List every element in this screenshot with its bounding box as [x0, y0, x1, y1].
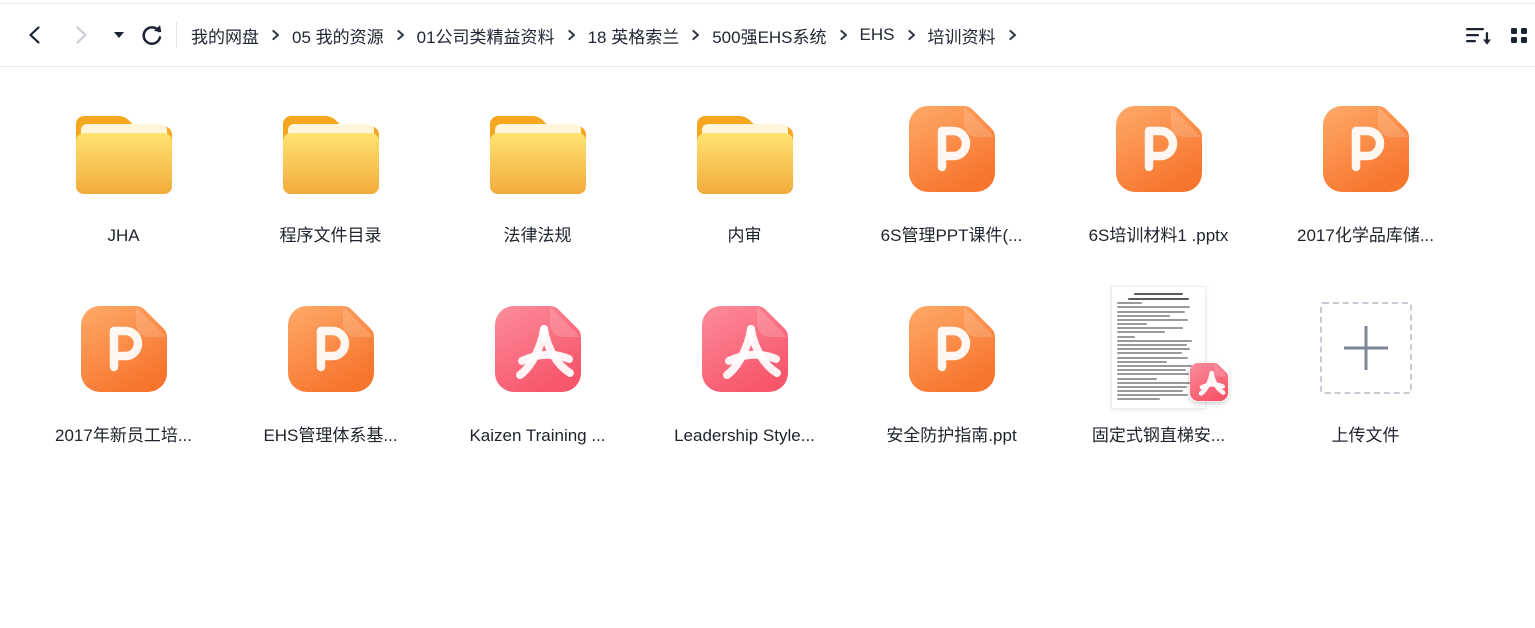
folder-icon-slot [76, 102, 172, 194]
file-label: 安全防护指南.ppt [886, 424, 1016, 448]
pdf-icon-slot [700, 302, 790, 394]
ppt-file-icon [1114, 104, 1204, 194]
folder-icon-slot [490, 102, 586, 194]
pdf-file-tile[interactable]: Leadership Style... [641, 302, 848, 448]
breadcrumb-item[interactable]: 培训资料 [928, 23, 996, 48]
breadcrumb: 我的网盘 05 我的资源 01公司类精益资料 18 英格索兰 500强EHS系统 EHS 培… [191, 23, 1018, 48]
plus-icon [1341, 323, 1391, 373]
ppt-file-icon [907, 304, 997, 394]
breadcrumb-separator-icon [838, 29, 849, 41]
ppt-file-tile[interactable]: 2017年新员工培... [20, 302, 227, 448]
pdf-badge-icon [1189, 362, 1229, 402]
file-label: 内审 [728, 224, 762, 248]
file-grid: JHA 程序文件目录 法律法规 内审 [20, 102, 1535, 448]
breadcrumb-separator-icon [270, 29, 281, 41]
pdf-preview-slot [1112, 302, 1205, 394]
breadcrumb-separator-icon [395, 29, 406, 41]
folder-icon [490, 110, 586, 194]
ppt-icon-slot [1114, 102, 1204, 194]
folder-icon-slot [697, 102, 793, 194]
file-label: JHA [107, 224, 139, 248]
forward-icon[interactable] [66, 20, 96, 50]
sort-icon[interactable] [1465, 24, 1492, 46]
file-label: 6S培训材料1 .pptx [1089, 224, 1229, 248]
grid-view-icon[interactable] [1510, 25, 1530, 45]
ppt-file-tile[interactable]: 6S培训材料1 .pptx [1055, 102, 1262, 248]
ppt-icon-slot [286, 302, 376, 394]
caret-down-icon [114, 32, 124, 38]
ppt-file-icon [1321, 104, 1411, 194]
ppt-file-icon [79, 304, 169, 394]
refresh-icon[interactable] [136, 20, 166, 50]
pdf-file-icon [700, 304, 790, 394]
folder-icon [283, 110, 379, 194]
file-label: 2017化学品库储... [1297, 224, 1434, 248]
ppt-icon-slot [79, 302, 169, 394]
ppt-file-tile[interactable]: EHS管理体系基... [227, 302, 434, 448]
pdf-icon-slot [493, 302, 583, 394]
history-dropdown-icon[interactable] [108, 20, 130, 50]
breadcrumb-item[interactable]: 01公司类精益资料 [417, 23, 555, 48]
upload-file-tile[interactable]: 上传文件 [1262, 302, 1469, 448]
file-label: 上传文件 [1332, 424, 1400, 448]
ppt-file-icon [286, 304, 376, 394]
folder-tile[interactable]: 程序文件目录 [227, 102, 434, 248]
breadcrumb-separator-icon [566, 29, 577, 41]
pdf-file-tile[interactable]: Kaizen Training ... [434, 302, 641, 448]
pdf-file-icon [493, 304, 583, 394]
file-label: EHS管理体系基... [263, 424, 397, 448]
ppt-file-icon [907, 104, 997, 194]
toolbar-separator [176, 22, 177, 48]
file-label: Leadership Style... [674, 424, 815, 448]
ppt-file-tile[interactable]: 2017化学品库储... [1262, 102, 1469, 248]
breadcrumb-item[interactable]: 我的网盘 [191, 23, 259, 48]
file-label: 程序文件目录 [280, 224, 382, 248]
breadcrumb-item[interactable]: EHS [860, 25, 895, 45]
ppt-file-tile[interactable]: 安全防护指南.ppt [848, 302, 1055, 448]
file-label: Kaizen Training ... [469, 424, 605, 448]
breadcrumb-separator-icon [1007, 29, 1018, 41]
back-icon[interactable] [20, 20, 50, 50]
folder-icon [697, 110, 793, 194]
file-label: 2017年新员工培... [55, 424, 192, 448]
pdf-preview-thumbnail [1112, 287, 1205, 408]
ppt-file-tile[interactable]: 6S管理PPT课件(... [848, 102, 1055, 248]
breadcrumb-separator-icon [906, 29, 917, 41]
pdf-preview-tile[interactable]: 固定式钢直梯安... [1055, 302, 1262, 448]
navigation-toolbar: 我的网盘 05 我的资源 01公司类精益资料 18 英格索兰 500强EHS系统 EHS 培… [0, 4, 1535, 67]
file-browser-content: JHA 程序文件目录 法律法规 内审 [0, 67, 1535, 448]
breadcrumb-separator-icon [690, 29, 701, 41]
ppt-icon-slot [907, 302, 997, 394]
file-label: 固定式钢直梯安... [1092, 424, 1225, 448]
upload-slot [1320, 302, 1412, 394]
file-label: 6S管理PPT课件(... [881, 224, 1023, 248]
folder-tile[interactable]: 法律法规 [434, 102, 641, 248]
upload-box [1320, 302, 1412, 394]
file-label: 法律法规 [504, 224, 572, 248]
folder-icon [76, 110, 172, 194]
folder-tile[interactable]: JHA [20, 102, 227, 248]
ppt-icon-slot [907, 102, 997, 194]
breadcrumb-item[interactable]: 500强EHS系统 [712, 23, 826, 48]
breadcrumb-item[interactable]: 05 我的资源 [292, 23, 384, 48]
folder-icon-slot [283, 102, 379, 194]
breadcrumb-item[interactable]: 18 英格索兰 [588, 23, 680, 48]
ppt-icon-slot [1321, 102, 1411, 194]
toolbar-right-actions [1465, 4, 1535, 66]
folder-tile[interactable]: 内审 [641, 102, 848, 248]
